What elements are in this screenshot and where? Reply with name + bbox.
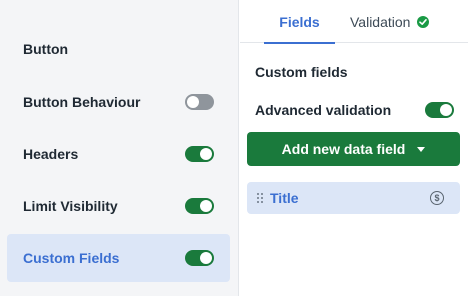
drag-handle-icon[interactable] bbox=[257, 192, 264, 204]
dollar-circle-icon[interactable]: $ bbox=[430, 191, 444, 205]
field-label: Title bbox=[270, 190, 299, 206]
sidebar-item-label: Headers bbox=[23, 146, 79, 162]
sidebar-item-label: Custom Fields bbox=[23, 250, 120, 266]
sidebar: Button Button Behaviour Headers Limit Vi… bbox=[0, 0, 239, 296]
sidebar-item-headers[interactable]: Headers bbox=[7, 130, 230, 178]
tab-fields[interactable]: Fields bbox=[264, 0, 335, 44]
section-title: Custom fields bbox=[255, 64, 348, 80]
sidebar-item-custom-fields[interactable]: Custom Fields bbox=[7, 234, 230, 282]
sidebar-item-button[interactable]: Button bbox=[7, 25, 230, 73]
toggle-knob bbox=[200, 252, 212, 264]
headers-toggle[interactable] bbox=[185, 146, 214, 162]
add-data-field-label: Add new data field bbox=[281, 141, 406, 157]
limit-visibility-toggle[interactable] bbox=[185, 198, 214, 214]
sidebar-item-limit-visibility[interactable]: Limit Visibility bbox=[7, 182, 230, 230]
advanced-validation-label: Advanced validation bbox=[255, 102, 392, 118]
button-behaviour-toggle[interactable] bbox=[185, 94, 214, 110]
sidebar-item-label: Button Behaviour bbox=[23, 94, 141, 110]
toggle-knob bbox=[187, 96, 199, 108]
sidebar-item-label: Limit Visibility bbox=[23, 198, 118, 214]
check-circle-icon bbox=[417, 15, 430, 28]
chevron-down-icon bbox=[417, 146, 426, 152]
tab-validation[interactable]: Validation bbox=[350, 0, 430, 43]
tab-bar: Fields Validation bbox=[240, 0, 468, 44]
advanced-validation-row: Advanced validation bbox=[255, 102, 454, 118]
add-data-field-button[interactable]: Add new data field bbox=[247, 132, 460, 166]
tab-label: Validation bbox=[350, 13, 411, 30]
field-item-title[interactable]: Title $ bbox=[247, 182, 460, 214]
custom-fields-toggle[interactable] bbox=[185, 250, 214, 266]
toggle-knob bbox=[200, 200, 212, 212]
toggle-knob bbox=[200, 148, 212, 160]
tab-label: Fields bbox=[279, 13, 320, 30]
toggle-knob bbox=[440, 104, 452, 116]
sidebar-item-button-behaviour[interactable]: Button Behaviour bbox=[7, 78, 230, 126]
sidebar-item-label: Button bbox=[23, 41, 69, 57]
settings-panel: Fields Validation Custom fields Advanced… bbox=[240, 0, 468, 296]
advanced-validation-toggle[interactable] bbox=[425, 102, 454, 118]
